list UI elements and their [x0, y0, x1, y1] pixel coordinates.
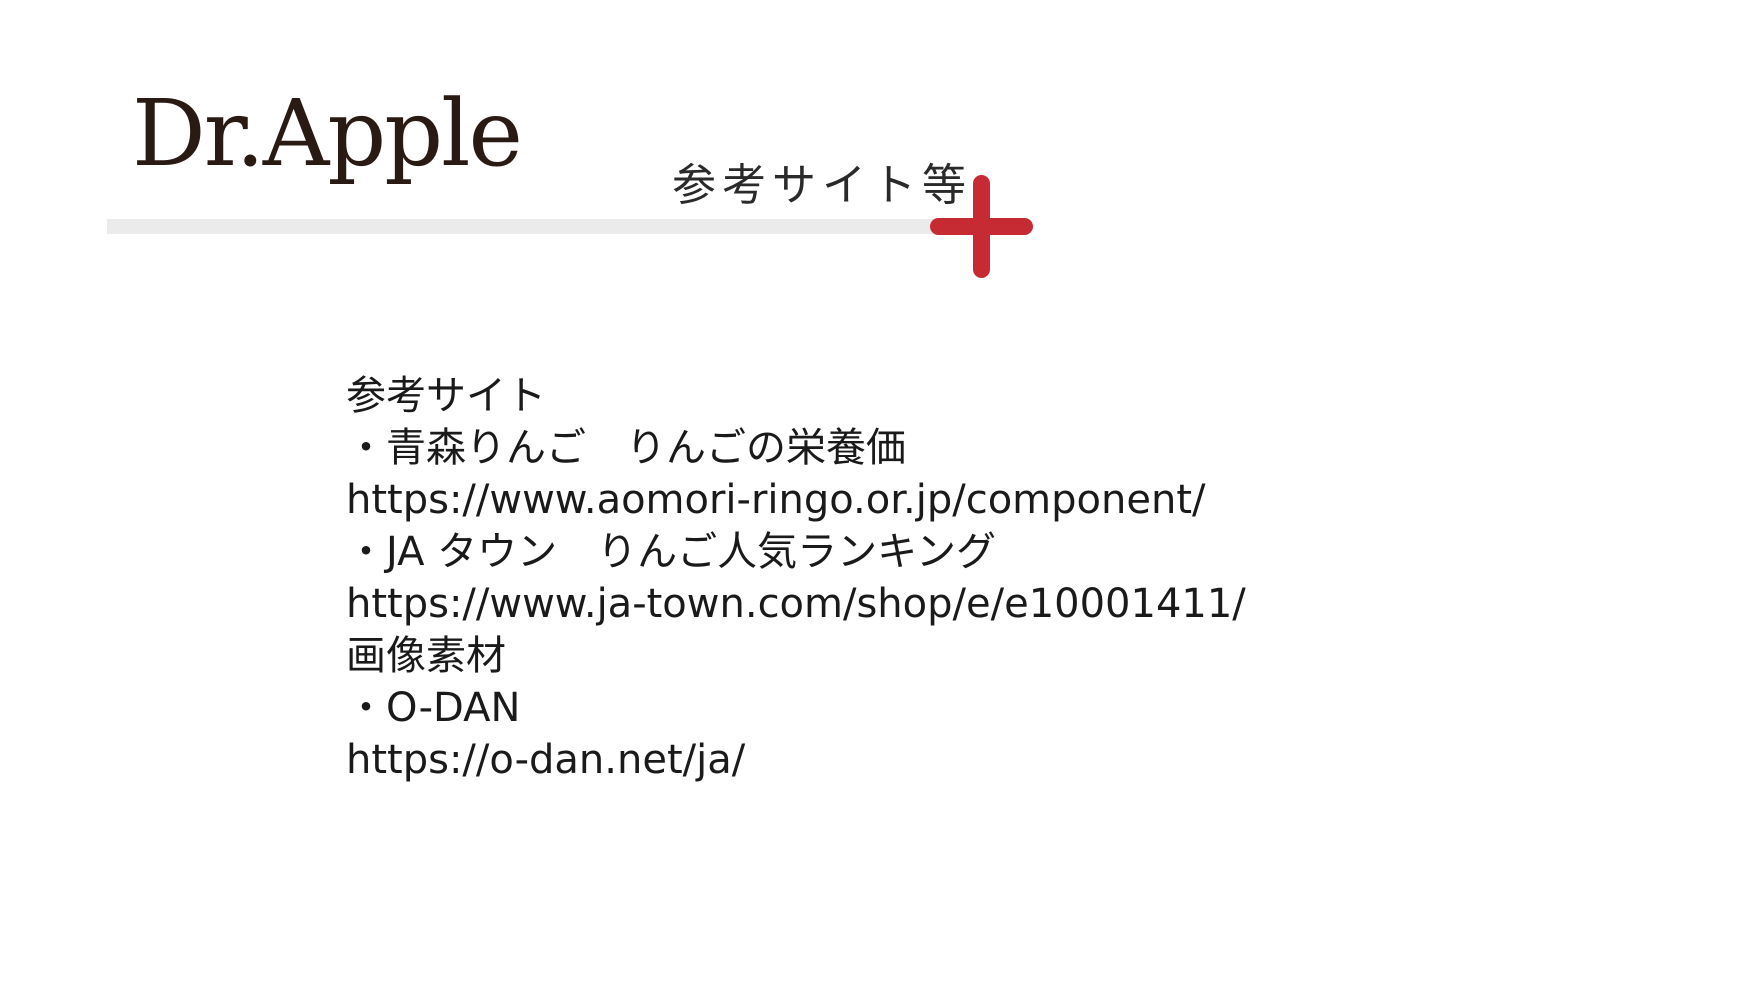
image-source-heading: 画像素材 — [346, 633, 506, 679]
reference-heading: 参考サイト — [346, 373, 546, 419]
section-title: 参考サイト等 — [672, 160, 972, 211]
reference-item-ja-town: ・JA タウン りんご人気ランキング — [346, 529, 996, 575]
reference-link-aomori[interactable]: https://www.aomori-ringo.or.jp/component… — [346, 474, 1246, 526]
image-source-link-odan[interactable]: https://o-dan.net/ja/ — [346, 734, 1246, 786]
reference-item-aomori: ・青森りんご りんごの栄養価 — [346, 425, 906, 471]
brand-logo: Dr.Apple — [132, 80, 523, 187]
title-rule — [107, 219, 937, 234]
reference-link-ja-town[interactable]: https://www.ja-town.com/shop/e/e10001411… — [346, 578, 1246, 630]
plus-icon — [930, 175, 1033, 278]
image-source-item-odan: ・O-DAN — [346, 685, 521, 731]
plus-icon-vertical-bar — [973, 175, 990, 278]
reference-list: 参考サイト ・青森りんご りんごの栄養価 https://www.aomori-… — [346, 370, 1246, 786]
